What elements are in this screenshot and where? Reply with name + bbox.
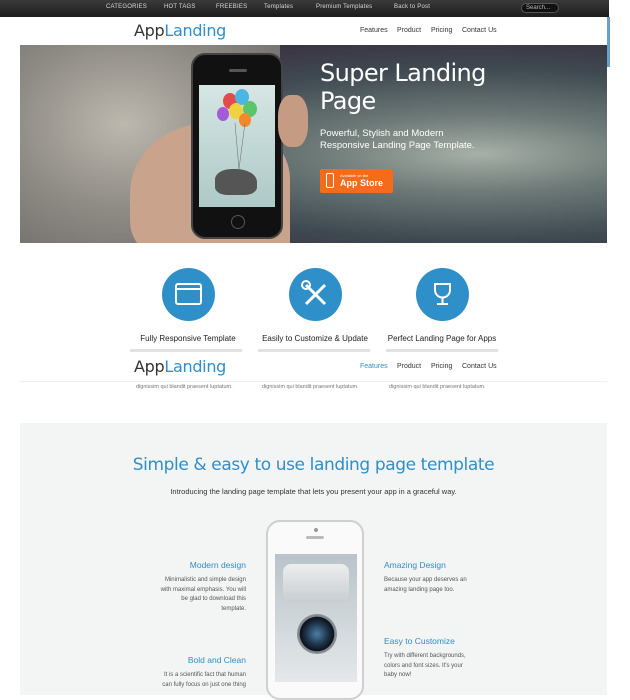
feature-modern-design-title: Modern design bbox=[189, 560, 246, 570]
feature-amazing-design-text: Because your app deserves an amazing lan… bbox=[384, 576, 504, 595]
logo[interactable]: AppLanding bbox=[134, 21, 226, 40]
hero-banner: Super Landing Page Powerful, Stylish and … bbox=[20, 45, 607, 243]
desc-line: can fully focus on just one thing bbox=[162, 681, 246, 688]
feature-amazing-design-title: Amazing Design bbox=[384, 560, 446, 570]
tools-icon bbox=[289, 268, 342, 321]
sticky-header: AppLanding Features Product Pricing Cont… bbox=[20, 352, 607, 382]
phone-mockup bbox=[191, 53, 283, 239]
feature-modern-design-text: Minimalistic and simple design with maxi… bbox=[126, 576, 246, 614]
desc-line: It is a scientific fact that human bbox=[163, 672, 246, 678]
phone-icon bbox=[326, 173, 334, 188]
desc-line: colors and font sizes. It's your bbox=[384, 662, 463, 669]
home-button-icon bbox=[231, 215, 245, 229]
app-store-button[interactable]: Available on the App Store bbox=[320, 169, 393, 193]
feature-text-responsive: dignissim qui blandit praesent luptatum. bbox=[136, 384, 233, 390]
topbar-link-hot-tags[interactable]: HOT TAGS bbox=[164, 4, 196, 10]
desc-line: baby now! bbox=[384, 672, 412, 678]
desc-line: Try with different backgrounds, bbox=[384, 653, 466, 659]
trophy-icon bbox=[416, 268, 469, 321]
nav-product[interactable]: Product bbox=[397, 27, 421, 34]
feature-bold-clean-title: Bold and Clean bbox=[187, 655, 246, 665]
logo-app-text: App bbox=[134, 21, 165, 40]
feature-title-perfect: Perfect Landing Page for Apps bbox=[387, 334, 497, 343]
hero-title-line2: Page bbox=[320, 87, 376, 115]
sticky-nav-features[interactable]: Features bbox=[360, 363, 388, 370]
section-intro: Introducing the landing page template th… bbox=[170, 487, 457, 496]
logo-landing-text: Landing bbox=[164, 21, 227, 40]
sticky-nav-contact-us[interactable]: Contact Us bbox=[462, 363, 497, 370]
features-section: Simple & easy to use landing page templa… bbox=[20, 423, 607, 700]
topbar-link-freebies[interactable]: FREEBIES bbox=[216, 4, 247, 10]
search-input[interactable]: Search... bbox=[521, 3, 559, 13]
desc-line: be glad to download this bbox=[181, 596, 246, 602]
topbar-link-premium-templates[interactable]: Premium Templates bbox=[316, 4, 372, 10]
topbar-link-categories[interactable]: CATEGORIES bbox=[106, 4, 147, 10]
nav-features[interactable]: Features bbox=[360, 27, 388, 34]
white-phone-mockup bbox=[266, 520, 364, 700]
sticky-nav-product[interactable]: Product bbox=[397, 363, 421, 370]
topbar-link-templates[interactable]: Templates bbox=[264, 4, 293, 10]
nav-pricing[interactable]: Pricing bbox=[431, 27, 452, 34]
scrollbar-track[interactable] bbox=[609, 0, 630, 695]
feature-easy-customize-text: Try with different backgrounds, colors a… bbox=[384, 652, 504, 681]
desc-line: Because your app deserves an bbox=[384, 577, 467, 583]
sticky-nav-pricing[interactable]: Pricing bbox=[431, 363, 452, 370]
hero-title: Super Landing Page bbox=[320, 59, 486, 115]
browser-window-icon bbox=[162, 268, 215, 321]
sticky-logo-landing-text: Landing bbox=[164, 357, 227, 376]
desc-line: Minimalistic and simple design bbox=[164, 577, 246, 583]
feature-text-perfect: dignissim qui blandit praesent luptatum. bbox=[389, 384, 486, 390]
nav-contact-us[interactable]: Contact Us bbox=[462, 27, 497, 34]
desc-line: template. bbox=[221, 605, 246, 612]
desc-line: with maximal emphasis. You will bbox=[160, 586, 246, 593]
hero-subtitle-line2: Responsive Landing Page Template. bbox=[320, 140, 475, 151]
phone-screen-balloon-elephant bbox=[199, 85, 275, 207]
sticky-logo[interactable]: AppLanding bbox=[134, 357, 226, 376]
site-header: AppLanding Features Product Pricing Cont… bbox=[20, 17, 607, 45]
elephant-image bbox=[215, 169, 257, 195]
feature-title-customize: Easily to Customize & Update bbox=[262, 334, 368, 343]
hero-subtitle-line1: Powerful, Stylish and Modern bbox=[320, 128, 444, 139]
appstore-large-label: App Store bbox=[340, 178, 384, 188]
scrollbar-thumb[interactable] bbox=[607, 17, 610, 67]
desc-line: amazing landing page too. bbox=[384, 586, 455, 593]
top-bar: CATEGORIES HOT TAGS FREEBIES Templates P… bbox=[0, 0, 610, 17]
sticky-logo-app-text: App bbox=[134, 357, 165, 376]
feature-bold-clean-text: It is a scientific fact that human can f… bbox=[126, 671, 246, 690]
camera-lens-image bbox=[275, 554, 357, 682]
feature-text-customize: dignissim qui blandit praesent luptatum. bbox=[262, 384, 359, 390]
feature-easy-customize-title: Easy to Customize bbox=[384, 636, 455, 646]
feature-title-responsive: Fully Responsive Template bbox=[140, 334, 236, 343]
topbar-link-back-to-post[interactable]: Back to Post bbox=[394, 4, 430, 10]
hero-subtitle: Powerful, Stylish and Modern Responsive L… bbox=[320, 128, 500, 152]
hero-title-line1: Super Landing bbox=[320, 59, 486, 87]
section-title: Simple & easy to use landing page templa… bbox=[132, 455, 495, 475]
